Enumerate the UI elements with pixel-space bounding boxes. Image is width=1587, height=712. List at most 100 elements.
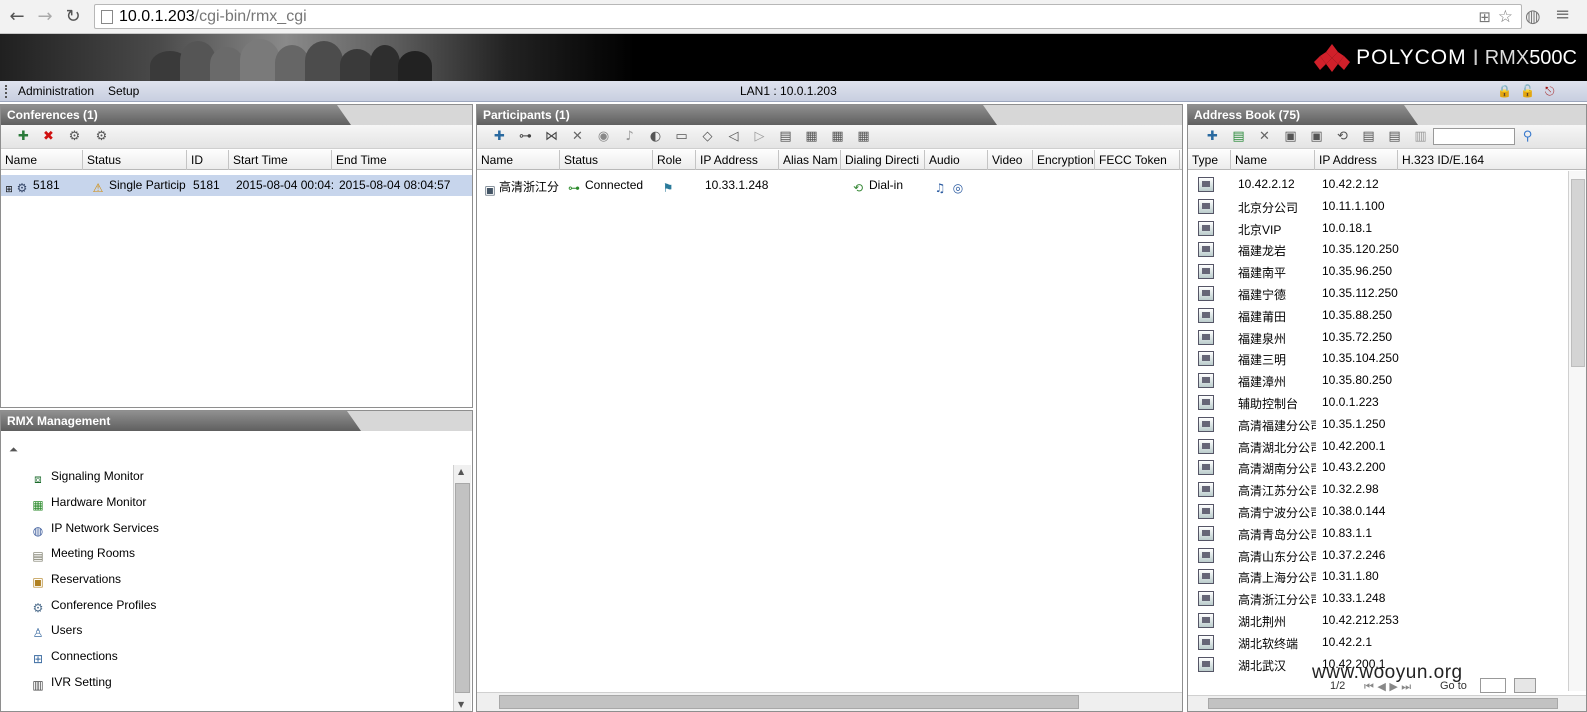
table-row[interactable]: 高清浙江分公司 10.33.1.248 xyxy=(1188,588,1566,609)
table-row[interactable]: ⊞ ⚙ 5181 ⚠ Single Particip 5181 2015-08-04 … xyxy=(1,175,472,196)
add-contact-icon[interactable]: ✚ xyxy=(1204,129,1221,145)
participants-hscrollbar[interactable] xyxy=(477,692,1182,711)
col-status[interactable]: Status xyxy=(560,150,653,170)
goto-button[interactable] xyxy=(1514,678,1536,693)
address-book-hscrollbar[interactable] xyxy=(1188,695,1586,711)
expand-icon[interactable]: ⊞ xyxy=(5,183,13,196)
exit-icon[interactable]: ⎋ xyxy=(1545,84,1558,98)
contact-properties-icon[interactable]: ▣ xyxy=(1282,129,1299,145)
col-name[interactable]: Name xyxy=(1231,150,1315,170)
table-row[interactable]: 高清江苏分公司 10.32.2.98 xyxy=(1188,479,1566,500)
table-row[interactable]: 辅助控制台 10.0.1.223 xyxy=(1188,392,1566,413)
table-row[interactable]: 福建三明 10.35.104.250 xyxy=(1188,348,1566,369)
mgmt-item-signaling-monitor[interactable]: ⧈ Signaling Monitor xyxy=(31,469,144,489)
disconnect-icon[interactable]: ⋈ xyxy=(543,129,560,145)
connect-icon[interactable]: ⊶ xyxy=(517,129,534,145)
address-bar[interactable]: 10.0.1.203/cgi-bin/rmx_cgi ⊞ ☆ xyxy=(94,4,1522,29)
properties-icon[interactable]: ▤ xyxy=(777,129,794,145)
menu-setup[interactable]: Setup xyxy=(108,84,139,98)
col-start-time[interactable]: Start Time xyxy=(229,150,332,170)
table-row[interactable]: 北京VIP 10.0.18.1 xyxy=(1188,218,1566,239)
col-h323-id[interactable]: H.323 ID/E.164 xyxy=(1398,150,1568,170)
scrollbar-thumb[interactable] xyxy=(1208,698,1558,709)
table-row[interactable]: 福建南平 10.35.96.250 xyxy=(1188,261,1566,282)
import-icon[interactable]: ▤ xyxy=(1360,129,1377,145)
scrollbar-thumb[interactable] xyxy=(499,695,1079,709)
export-icon[interactable]: ▤ xyxy=(1386,129,1403,145)
table-row[interactable]: 高清上海分公司 10.31.1.80 xyxy=(1188,566,1566,587)
back-arrow-icon[interactable]: ← xyxy=(6,6,28,28)
menu-icon[interactable]: ≡ xyxy=(1555,4,1570,25)
contact-add-conf-icon[interactable]: ▣ xyxy=(1308,129,1325,145)
settings-icon[interactable]: ▥ xyxy=(1412,129,1429,145)
globe-icon[interactable]: ◍ xyxy=(1525,6,1541,27)
speaker-icon[interactable]: ◁ xyxy=(725,129,742,145)
table-row[interactable]: ▣ 高清浙江分 ⊶ Connected ⚑ 10.33.1.248 ⟲ Dial-in… xyxy=(477,175,1182,196)
add-group-icon[interactable]: ▤ xyxy=(1230,129,1247,145)
col-fecc-token[interactable]: FECC Token xyxy=(1095,150,1180,170)
microphone-icon[interactable]: ♪ xyxy=(621,129,638,145)
conference-action-icon[interactable]: ⚙ xyxy=(66,129,83,145)
col-name[interactable]: Name xyxy=(477,150,560,170)
col-alias-name[interactable]: Alias Nam xyxy=(779,150,841,170)
audio-volume-icon[interactable]: ◇ xyxy=(699,129,716,145)
mgmt-item-ivr-setting[interactable]: ▥ IVR Setting xyxy=(31,675,111,695)
layout-settings-icon[interactable]: ▦ xyxy=(855,129,872,145)
scrollbar-thumb[interactable] xyxy=(1571,179,1585,367)
col-type[interactable]: Type xyxy=(1188,150,1231,170)
mgmt-item-ip-network-services[interactable]: ◍ IP Network Services xyxy=(31,521,159,541)
mute-icon[interactable]: ◉ xyxy=(595,129,612,145)
col-encryption[interactable]: Encryption xyxy=(1033,150,1095,170)
col-role[interactable]: Role xyxy=(653,150,696,170)
reload-icon[interactable]: ↻ xyxy=(62,6,84,28)
translate-icon[interactable]: ⊞ xyxy=(1478,8,1491,26)
forward-arrow-icon[interactable]: → xyxy=(34,6,56,28)
mgmt-item-hardware-monitor[interactable]: ▦ Hardware Monitor xyxy=(31,495,146,515)
new-conference-icon[interactable]: ✚ xyxy=(15,129,32,145)
delete-conference-icon[interactable]: ✖ xyxy=(40,129,57,145)
table-row[interactable]: 福建宁德 10.35.112.250 xyxy=(1188,283,1566,304)
table-row[interactable]: 高清青岛分公司 10.83.1.1 xyxy=(1188,523,1566,544)
table-row[interactable]: 福建漳州 10.35.80.250 xyxy=(1188,370,1566,391)
table-row[interactable]: 北京分公司 10.11.1.100 xyxy=(1188,196,1566,217)
table-row[interactable]: 高清湖南分公司 10.43.2.200 xyxy=(1188,457,1566,478)
table-row[interactable]: 湖北荆州 10.42.212.253 xyxy=(1188,610,1566,631)
goto-page-input[interactable] xyxy=(1480,678,1506,693)
table-row[interactable]: 湖北软终端 10.42.2.1 xyxy=(1188,632,1566,653)
col-name[interactable]: Name xyxy=(1,150,83,170)
search-icon[interactable]: ⚲ xyxy=(1519,129,1536,145)
mgmt-item-users[interactable]: ♙ Users xyxy=(31,623,83,643)
delete-participant-icon[interactable]: ✕ xyxy=(569,129,586,145)
lock-icon[interactable]: 🔒 xyxy=(1497,84,1512,98)
mgmt-item-connections[interactable]: ⊞ Connections xyxy=(31,649,118,669)
table-row[interactable]: 高清福建分公司 10.35.1.250 xyxy=(1188,414,1566,435)
video-icon[interactable]: ◐ xyxy=(647,129,664,145)
table-row[interactable]: 福建莆田 10.35.88.250 xyxy=(1188,305,1566,326)
table-row[interactable]: 高清湖北分公司 10.42.200.1 xyxy=(1188,436,1566,457)
col-ip-address[interactable]: IP Address xyxy=(696,150,779,170)
col-id[interactable]: ID xyxy=(187,150,229,170)
unlock-icon[interactable]: 🔓 xyxy=(1520,84,1535,98)
conference-properties-icon[interactable]: ⚙ xyxy=(93,129,110,145)
table-row[interactable]: 福建龙岩 10.35.120.250 xyxy=(1188,239,1566,260)
table-row[interactable]: 高清宁波分公司 10.38.0.144 xyxy=(1188,501,1566,522)
star-icon[interactable]: ☆ xyxy=(1498,7,1513,27)
refresh-icon[interactable]: ⟲ xyxy=(1334,129,1351,145)
management-scrollbar[interactable]: ▲ ▼ xyxy=(453,465,471,711)
col-status[interactable]: Status xyxy=(83,150,187,170)
col-dialing-direction[interactable]: Dialing Directi xyxy=(841,150,925,170)
col-ip-address[interactable]: IP Address xyxy=(1315,150,1398,170)
col-audio[interactable]: Audio xyxy=(925,150,988,170)
address-book-scrollbar[interactable] xyxy=(1568,171,1586,691)
play-icon[interactable]: ▷ xyxy=(751,129,768,145)
col-video[interactable]: Video xyxy=(988,150,1033,170)
layout-personal-icon[interactable]: ▦ xyxy=(829,129,846,145)
table-row[interactable]: 10.42.2.12 10.42.2.12 xyxy=(1188,174,1566,195)
address-search-input[interactable] xyxy=(1433,128,1515,145)
camera-icon[interactable]: ▭ xyxy=(673,129,690,145)
mgmt-item-conference-profiles[interactable]: ⚙ Conference Profiles xyxy=(31,598,157,618)
layout-icon[interactable]: ▦ xyxy=(803,129,820,145)
mgmt-item-reservations[interactable]: ▣ Reservations xyxy=(31,572,121,592)
table-row[interactable]: 高清山东分公司 10.37.2.246 xyxy=(1188,545,1566,566)
scrollbar-thumb[interactable] xyxy=(455,483,470,693)
